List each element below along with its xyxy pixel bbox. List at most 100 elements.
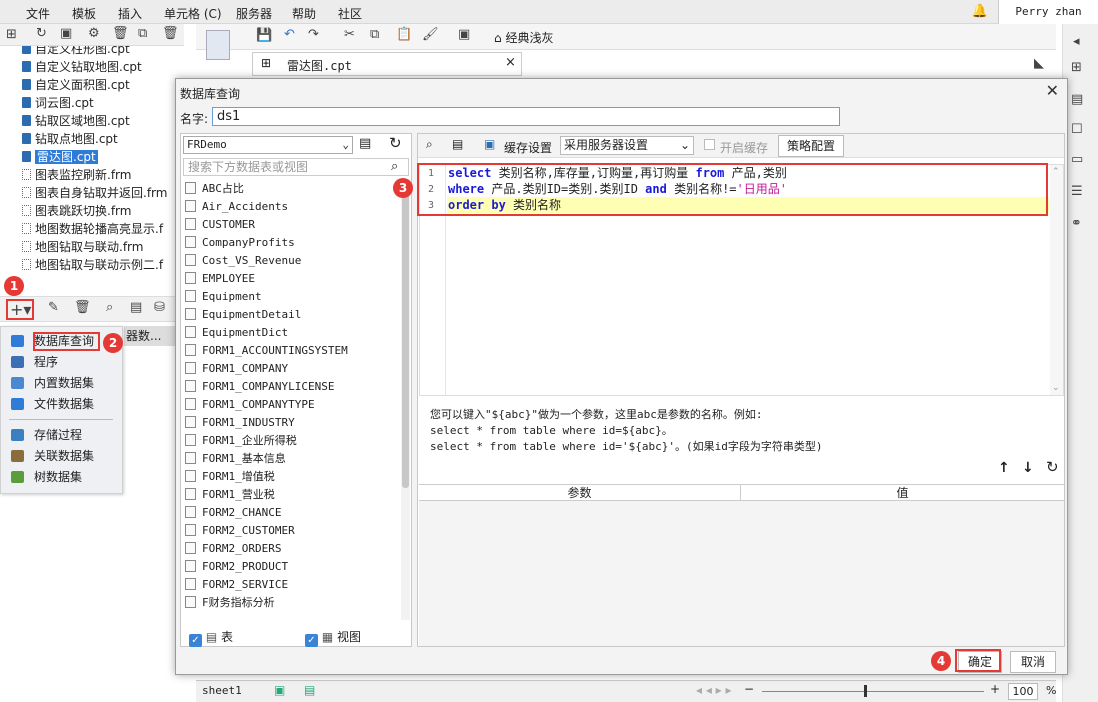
table-item[interactable]: FORM2_SERVICE <box>185 576 288 594</box>
frame-icon[interactable]: ☐ <box>1071 122 1083 137</box>
file-item[interactable]: 自定义面积图.cpt <box>22 76 130 94</box>
cache-select[interactable]: 采用服务器设置 ⌄ <box>560 136 694 155</box>
edit-icon[interactable]: ✎ <box>48 300 59 315</box>
connection-select[interactable]: FRDemo ⌄ <box>183 136 353 154</box>
preview-icon[interactable]: ▣ <box>458 27 470 42</box>
zoom-out-icon[interactable]: − <box>744 682 754 696</box>
cancel-button[interactable]: 取消 <box>1010 651 1056 673</box>
menu-community[interactable]: 社区 <box>338 5 362 22</box>
table-item[interactable]: Cost_VS_Revenue <box>185 252 301 270</box>
new-folder-icon[interactable]: ⊞ <box>6 27 17 42</box>
table-list-scrollbar[interactable] <box>401 180 410 620</box>
server-dataset-icon[interactable]: ⛁ <box>154 300 165 315</box>
menu-item-5[interactable]: 关联数据集 <box>11 446 94 466</box>
chart-icon[interactable] <box>206 30 230 60</box>
menu-server[interactable]: 服务器 <box>236 5 272 22</box>
settings-icon[interactable]: ⚙ <box>88 26 100 41</box>
user-name[interactable]: Perry zhan <box>998 0 1098 24</box>
close-tab-icon[interactable]: × <box>505 55 516 70</box>
add-sheet-icon[interactable]: ▣ <box>274 683 285 697</box>
file-item[interactable]: 雷达图.cpt <box>22 148 98 166</box>
table-item[interactable]: FORM1_COMPANYTYPE <box>185 396 315 414</box>
table-item[interactable]: FORM1_COMPANY <box>185 360 288 378</box>
close-icon[interactable]: ✕ <box>1046 81 1059 100</box>
widget-icon[interactable]: ▤ <box>1071 92 1083 107</box>
redo-icon[interactable]: ↷ <box>308 27 319 42</box>
bell-icon[interactable]: 🔔 <box>972 4 988 19</box>
table-item[interactable]: Air_Accidents <box>185 198 288 216</box>
add-form-icon[interactable]: ▤ <box>304 683 315 697</box>
table-item[interactable]: FORM2_CUSTOMER <box>185 522 295 540</box>
sheet-tab[interactable]: sheet1 <box>202 684 242 697</box>
menu-item-6[interactable]: 树数据集 <box>11 467 82 487</box>
style-button[interactable]: ⌂ 经典浅灰 <box>494 29 553 46</box>
move-down-icon[interactable]: ↓ <box>1022 460 1034 476</box>
preview-icon[interactable]: ⌕ <box>106 300 113 315</box>
table-search-input[interactable]: 搜索下方数据表或视图 <box>183 158 409 176</box>
move-up-icon[interactable]: ↑ <box>998 460 1010 476</box>
dataset-icon[interactable]: ▤ <box>130 300 142 315</box>
strategy-button[interactable]: 策略配置 <box>778 135 844 157</box>
locate-icon[interactable]: ▣ <box>60 26 72 41</box>
file-item[interactable]: 地图钻取与联动.frm <box>22 238 143 256</box>
zoom-in-icon[interactable]: + <box>990 682 1000 696</box>
table-checkbox[interactable]: ✓ ▤ 表 <box>189 628 233 647</box>
table-item[interactable]: FORM2_ORDERS <box>185 540 281 558</box>
refresh-icon[interactable]: ↻ <box>389 134 402 152</box>
table-item[interactable]: FORM1_营业税 <box>185 486 275 504</box>
table-item[interactable]: EMPLOYEE <box>185 270 255 288</box>
file-item[interactable]: 钻取区域地图.cpt <box>22 112 130 130</box>
zoom-input[interactable]: 100 <box>1008 683 1038 700</box>
scroll-thumb[interactable] <box>402 188 409 488</box>
file-item[interactable]: 自定义柱形图.cpt <box>22 46 130 58</box>
file-item[interactable]: 地图数据轮播高亮显示.f <box>22 220 163 238</box>
file-item[interactable]: 图表监控刷新.frm <box>22 166 131 184</box>
view-checkbox[interactable]: ✓ ▦ 视图 <box>305 628 361 647</box>
name-input[interactable]: ds1 <box>212 107 840 126</box>
table-item[interactable]: ABC占比 <box>185 180 244 198</box>
refresh-icon[interactable]: ↻ <box>36 26 47 41</box>
table-item[interactable]: Equipment <box>185 288 262 306</box>
scroll-down-icon[interactable]: ⌄ <box>1052 383 1060 393</box>
condition-icon[interactable]: ☰ <box>1071 184 1083 199</box>
zoom-slider-handle[interactable] <box>864 685 867 697</box>
template-tab[interactable]: ⊞ 雷达图.cpt × <box>252 52 522 76</box>
menu-item-3[interactable]: 文件数据集 <box>11 394 94 414</box>
dropdown-icon[interactable]: ▭ <box>1071 152 1083 167</box>
menu-item-2[interactable]: 内置数据集 <box>11 373 94 393</box>
refresh-params-icon[interactable]: ↻ <box>1046 458 1059 476</box>
table-item[interactable]: CUSTOMER <box>185 216 255 234</box>
enable-cache-checkbox[interactable] <box>704 139 715 150</box>
trash-icon[interactable]: 🗑 <box>162 26 179 41</box>
zoom-slider[interactable] <box>762 691 984 692</box>
file-item[interactable]: 地图钻取与联动示例二.f <box>22 256 163 274</box>
table-item[interactable]: FORM1_COMPANYLICENSE <box>185 378 334 396</box>
table-item[interactable]: F财务指标分析 <box>185 594 275 612</box>
menu-cell[interactable]: 单元格 (C) <box>164 5 222 22</box>
table-item[interactable]: FORM1_基本信息 <box>185 450 286 468</box>
table-item[interactable]: CompanyProfits <box>185 234 295 252</box>
delete-icon[interactable]: 🗑 <box>112 26 129 41</box>
nav-icons[interactable]: ◂ ◂ ▸ ▸ <box>696 683 732 697</box>
table-item[interactable]: FORM1_企业所得税 <box>185 432 297 450</box>
table-item[interactable]: FORM1_ACCOUNTINGSYSTEM <box>185 342 348 360</box>
undo-icon[interactable]: ↶ <box>284 27 295 42</box>
delete-icon[interactable]: 🗑 <box>74 300 91 315</box>
preview-icon[interactable]: ⌕ <box>426 137 433 152</box>
cut-icon[interactable]: ✂ <box>344 27 355 42</box>
menu-insert[interactable]: 插入 <box>118 5 142 22</box>
file-item[interactable]: 图表跳跃切换.frm <box>22 202 131 220</box>
menu-item-1[interactable]: 程序 <box>11 352 58 372</box>
table-item[interactable]: FORM1_INDUSTRY <box>185 414 295 432</box>
menu-file[interactable]: 文件 <box>26 5 50 22</box>
link-icon[interactable]: ⚭ <box>1071 216 1082 231</box>
file-item[interactable]: 钻取点地图.cpt <box>22 130 118 148</box>
table-item[interactable]: FORM2_PRODUCT <box>185 558 288 576</box>
menu-help[interactable]: 帮助 <box>292 5 316 22</box>
copy-icon[interactable]: ⧉ <box>138 26 147 41</box>
format-painter-icon[interactable]: 🖌 <box>422 27 439 42</box>
table-item[interactable]: FORM2_CHANCE <box>185 504 281 522</box>
menu-template[interactable]: 模板 <box>72 5 96 22</box>
cell-attr-icon[interactable]: ⊞ <box>1071 60 1082 75</box>
file-item[interactable]: 词云图.cpt <box>22 94 94 112</box>
